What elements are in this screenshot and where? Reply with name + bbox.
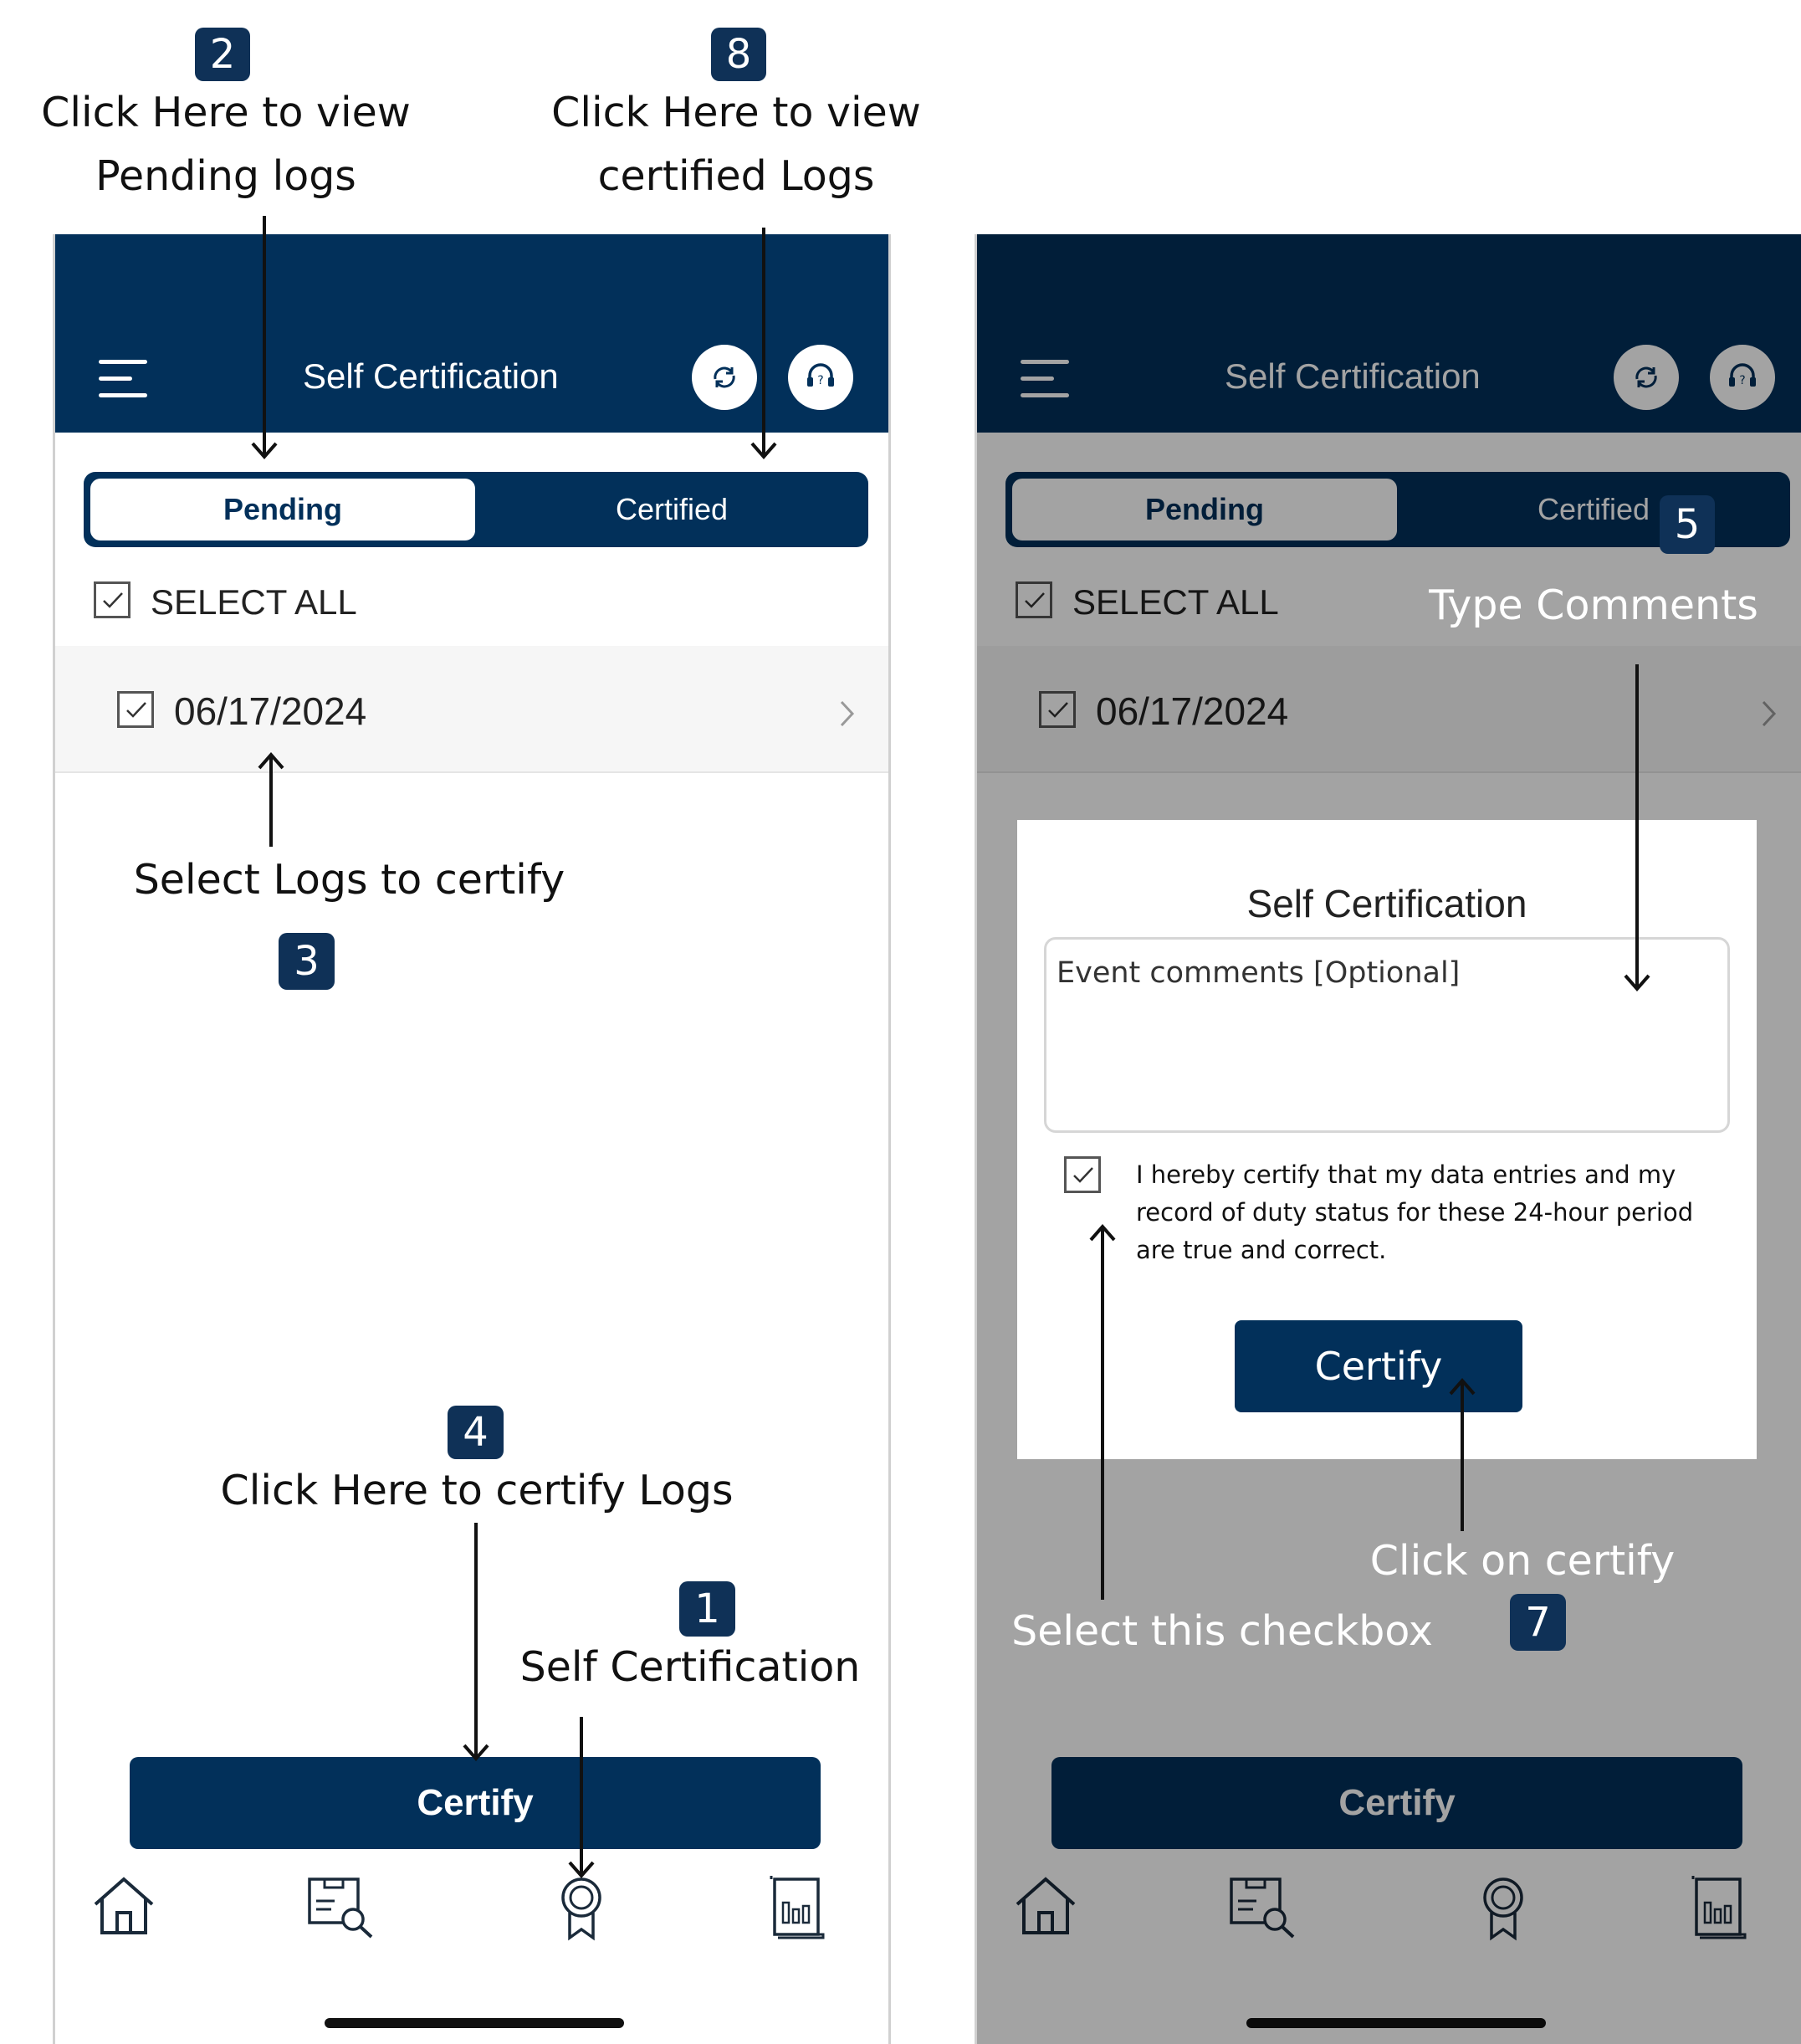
annotation-arrows: [251, 216, 1650, 1879]
